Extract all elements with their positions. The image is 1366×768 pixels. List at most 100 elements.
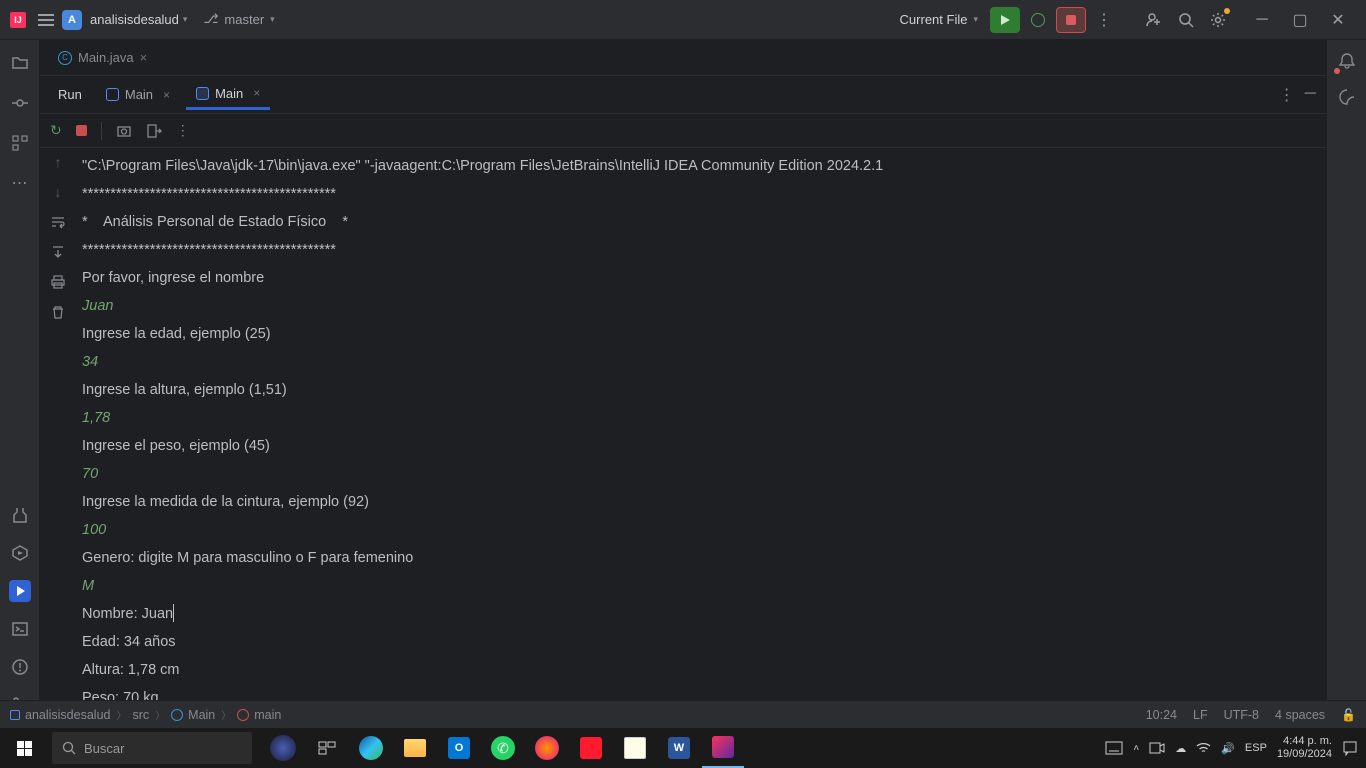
tray-keyboard-icon[interactable] — [1105, 741, 1123, 755]
run-tool-button[interactable] — [9, 580, 31, 602]
scroll-up-icon[interactable]: ↑ — [55, 154, 62, 170]
console-line: Edad: 34 años — [82, 634, 176, 650]
file-encoding[interactable]: UTF-8 — [1224, 708, 1259, 722]
tray-time-label: 4:44 p. m. — [1277, 735, 1332, 748]
code-with-me-button[interactable] — [1140, 6, 1168, 34]
taskbar-app-cortana[interactable] — [262, 728, 304, 768]
stop-process-button[interactable] — [76, 125, 87, 136]
tray-date-label: 19/09/2024 — [1277, 748, 1332, 761]
caret-position[interactable]: 10:24 — [1146, 708, 1177, 722]
tray-wifi-icon[interactable] — [1196, 742, 1211, 754]
taskbar-app-opera[interactable] — [570, 728, 612, 768]
scroll-to-end-button[interactable] — [50, 244, 66, 260]
minimize-button[interactable]: ─ — [1244, 6, 1280, 34]
breadcrumb-src[interactable]: src — [132, 708, 149, 722]
project-tool-button[interactable] — [9, 52, 31, 74]
toolbar-more-button[interactable]: ⋮ — [176, 122, 190, 139]
editor-tab-main[interactable]: C Main.java × — [48, 44, 157, 71]
tray-clock[interactable]: 4:44 p. m. 19/09/2024 — [1277, 735, 1332, 761]
console-line: * Análisis Personal de Estado Físico * — [82, 214, 348, 230]
taskbar-app-outlook[interactable]: O — [438, 728, 480, 768]
more-tools-button[interactable]: ⋯ — [9, 172, 31, 194]
notifications-button[interactable] — [1338, 52, 1356, 70]
tray-volume-icon[interactable]: 🔊 — [1221, 742, 1235, 755]
run-panel-minimize-button[interactable]: ─ — [1305, 85, 1316, 105]
more-actions-button[interactable]: ⋮ — [1090, 6, 1118, 34]
rerun-button[interactable]: ↻ — [50, 122, 62, 139]
tray-onedrive-icon[interactable]: ☁ — [1175, 742, 1186, 755]
scroll-down-icon[interactable]: ↓ — [55, 184, 62, 200]
close-run-tab-button[interactable]: × — [253, 86, 260, 100]
structure-tool-button[interactable] — [9, 132, 31, 154]
taskbar-app-firefox[interactable] — [526, 728, 568, 768]
taskbar-search[interactable]: Buscar — [52, 732, 252, 764]
run-button[interactable] — [990, 7, 1020, 33]
console-line: Ingrese la medida de la cintura, ejemplo… — [82, 494, 369, 510]
project-selector[interactable]: analisisdesalud ▾ — [90, 12, 187, 27]
console-line: ****************************************… — [82, 186, 336, 202]
run-tab-label: Main — [215, 86, 243, 101]
run-config-icon — [196, 87, 209, 100]
tray-chevron-up-icon[interactable]: ˄ — [1133, 743, 1139, 754]
taskbar-app-explorer[interactable] — [394, 728, 436, 768]
toolbar-separator — [101, 122, 102, 140]
line-separator[interactable]: LF — [1193, 708, 1208, 722]
taskbar-apps: O ✆ W — [262, 728, 744, 768]
readonly-lock-icon[interactable]: 🔓 — [1341, 708, 1356, 722]
console-input-line: Juan — [82, 298, 113, 314]
main-menu-button[interactable] — [34, 10, 54, 30]
terminal-tool-button[interactable] — [9, 618, 31, 640]
indent-setting[interactable]: 4 spaces — [1275, 708, 1325, 722]
build-tool-button[interactable] — [9, 504, 31, 526]
taskbar-app-word[interactable]: W — [658, 728, 700, 768]
screenshot-button[interactable] — [116, 123, 132, 139]
close-run-tab-button[interactable]: × — [163, 88, 170, 102]
taskbar-app-intellij[interactable] — [702, 728, 744, 768]
ai-assistant-button[interactable] — [1338, 88, 1356, 106]
stop-button[interactable] — [1056, 7, 1086, 33]
breadcrumb-project[interactable]: analisisdesalud — [10, 708, 110, 722]
tray-action-center-icon[interactable] — [1342, 740, 1358, 756]
tray-meet-now-icon[interactable] — [1149, 741, 1165, 755]
settings-button[interactable] — [1204, 6, 1232, 34]
run-tab-main-1[interactable]: Main × — [96, 81, 180, 108]
clear-button[interactable] — [50, 304, 66, 320]
taskbar-app-whatsapp[interactable]: ✆ — [482, 728, 524, 768]
problems-tool-button[interactable] — [9, 656, 31, 678]
run-config-selector[interactable]: Current File ▾ — [892, 8, 986, 31]
breadcrumb-class[interactable]: Main — [171, 708, 215, 722]
left-tool-sidebar: ⋯ — [0, 40, 40, 728]
git-branch-selector[interactable]: ⎇ master ▾ — [203, 12, 274, 27]
console-line: Ingrese la edad, ejemplo (25) — [82, 326, 271, 342]
breadcrumb-separator-icon: 〉 — [116, 707, 126, 722]
search-button[interactable] — [1172, 6, 1200, 34]
breadcrumb-method[interactable]: main — [237, 708, 281, 722]
taskbar-app-edge[interactable] — [350, 728, 392, 768]
console-input-line: M — [82, 578, 94, 594]
console-input-line: 100 — [82, 522, 106, 538]
console-output[interactable]: "C:\Program Files\Java\jdk-17\bin\java.e… — [76, 148, 1326, 728]
run-toolbar: ↻ ⋮ — [40, 114, 1326, 148]
file-tab-label: Main.java — [78, 50, 134, 65]
services-tool-button[interactable] — [9, 542, 31, 564]
taskbar-app-taskview[interactable] — [306, 728, 348, 768]
close-button[interactable]: ✕ — [1320, 6, 1356, 34]
console-line: Genero: digite M para masculino o F para… — [82, 550, 413, 566]
run-panel-more-button[interactable]: ⋮ — [1279, 85, 1295, 105]
titlebar: IJ A analisisdesalud ▾ ⎇ master ▾ Curren… — [0, 0, 1366, 40]
run-tab-main-2[interactable]: Main × — [186, 80, 270, 110]
chevron-down-icon: ▾ — [973, 14, 978, 25]
print-button[interactable] — [50, 274, 66, 290]
breadcrumb-label: Main — [188, 708, 215, 722]
soft-wrap-button[interactable] — [50, 214, 66, 230]
close-tab-button[interactable]: × — [140, 50, 148, 65]
maximize-button[interactable]: ▢ — [1282, 6, 1318, 34]
console-line: Altura: 1,78 cm — [82, 662, 180, 678]
module-icon — [10, 710, 20, 720]
taskbar-app-notes[interactable] — [614, 728, 656, 768]
start-button[interactable] — [0, 728, 48, 768]
commit-tool-button[interactable] — [9, 92, 31, 114]
exit-button[interactable] — [146, 123, 162, 139]
debug-button[interactable] — [1024, 7, 1052, 33]
tray-language[interactable]: ESP — [1245, 742, 1267, 754]
